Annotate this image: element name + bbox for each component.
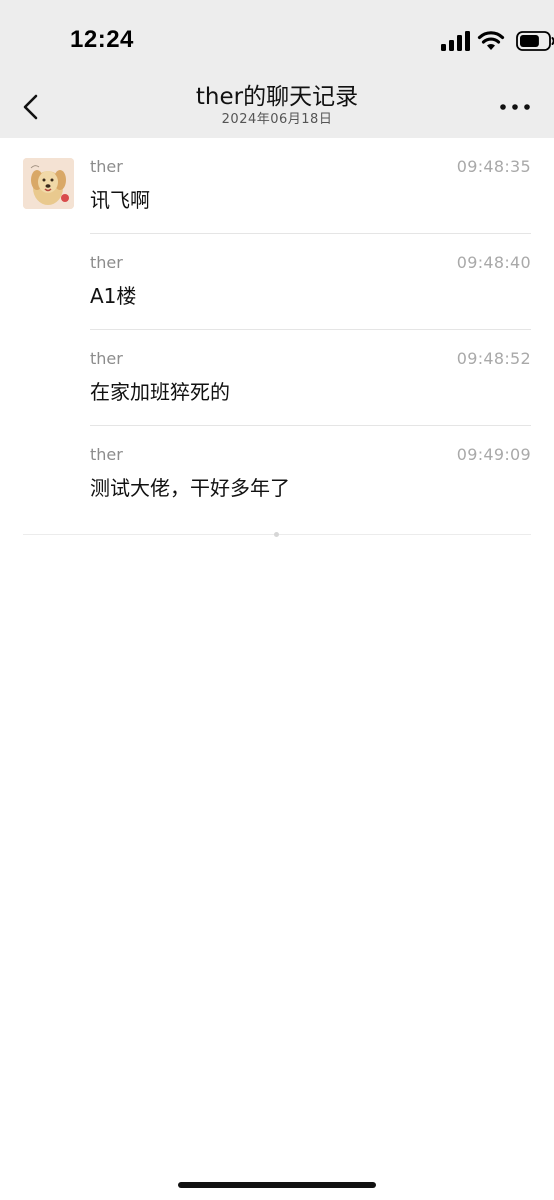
- message-row[interactable]: ther 09:48:35 讯飞啊: [0, 138, 554, 234]
- wifi-icon: [477, 31, 505, 50]
- message-text[interactable]: A1楼: [90, 280, 136, 309]
- message-body: ther 09:48:40 A1楼: [90, 234, 531, 330]
- message-sender: ther: [90, 445, 123, 464]
- more-dots-icon: [500, 104, 530, 110]
- message-text[interactable]: 在家加班猝死的: [90, 376, 230, 405]
- message-row[interactable]: ther 09:48:40 A1楼: [0, 234, 554, 330]
- page-title: ther的聊天记录: [195, 84, 359, 110]
- home-indicator[interactable]: [178, 1182, 376, 1188]
- status-bar: 12:24: [0, 0, 554, 80]
- message-text[interactable]: 测试大佬，干好多年了: [90, 472, 290, 501]
- message-body: ther 09:48:35 讯飞啊: [90, 138, 531, 234]
- message-body: ther 09:48:52 在家加班猝死的: [90, 330, 531, 426]
- message-sender: ther: [90, 253, 123, 272]
- nav-bar: ther的聊天记录 2024年06月18日: [0, 80, 554, 138]
- message-sender: ther: [90, 157, 123, 176]
- message-time: 09:48:35: [456, 157, 531, 176]
- message-list: ther 09:48:35 讯飞啊 ther 09:48:40 A1楼 ther…: [0, 138, 554, 522]
- nav-title-group: ther的聊天记录 2024年06月18日: [0, 82, 554, 128]
- message-time: 09:48:40: [456, 253, 531, 272]
- message-text[interactable]: 讯飞啊: [90, 184, 150, 213]
- end-divider-dot: [274, 532, 279, 537]
- dog-avatar-icon: [23, 158, 74, 209]
- message-row[interactable]: ther 09:49:09 测试大佬，干好多年了: [0, 426, 554, 522]
- message-body: ther 09:49:09 测试大佬，干好多年了: [90, 426, 531, 522]
- avatar[interactable]: [23, 158, 74, 209]
- battery-icon: [516, 31, 554, 51]
- message-sender: ther: [90, 349, 123, 368]
- message-time: 09:48:52: [456, 349, 531, 368]
- cellular-signal-icon: [441, 31, 470, 51]
- more-button[interactable]: [498, 94, 532, 120]
- chat-history-screen: 12:24 ther的聊天记录 2024年06月18日 ther 09:48:3…: [0, 0, 554, 1200]
- page-subtitle-date: 2024年06月18日: [221, 112, 333, 127]
- status-time: 12:24: [70, 26, 134, 53]
- message-row[interactable]: ther 09:48:52 在家加班猝死的: [0, 330, 554, 426]
- message-time: 09:49:09: [456, 445, 531, 464]
